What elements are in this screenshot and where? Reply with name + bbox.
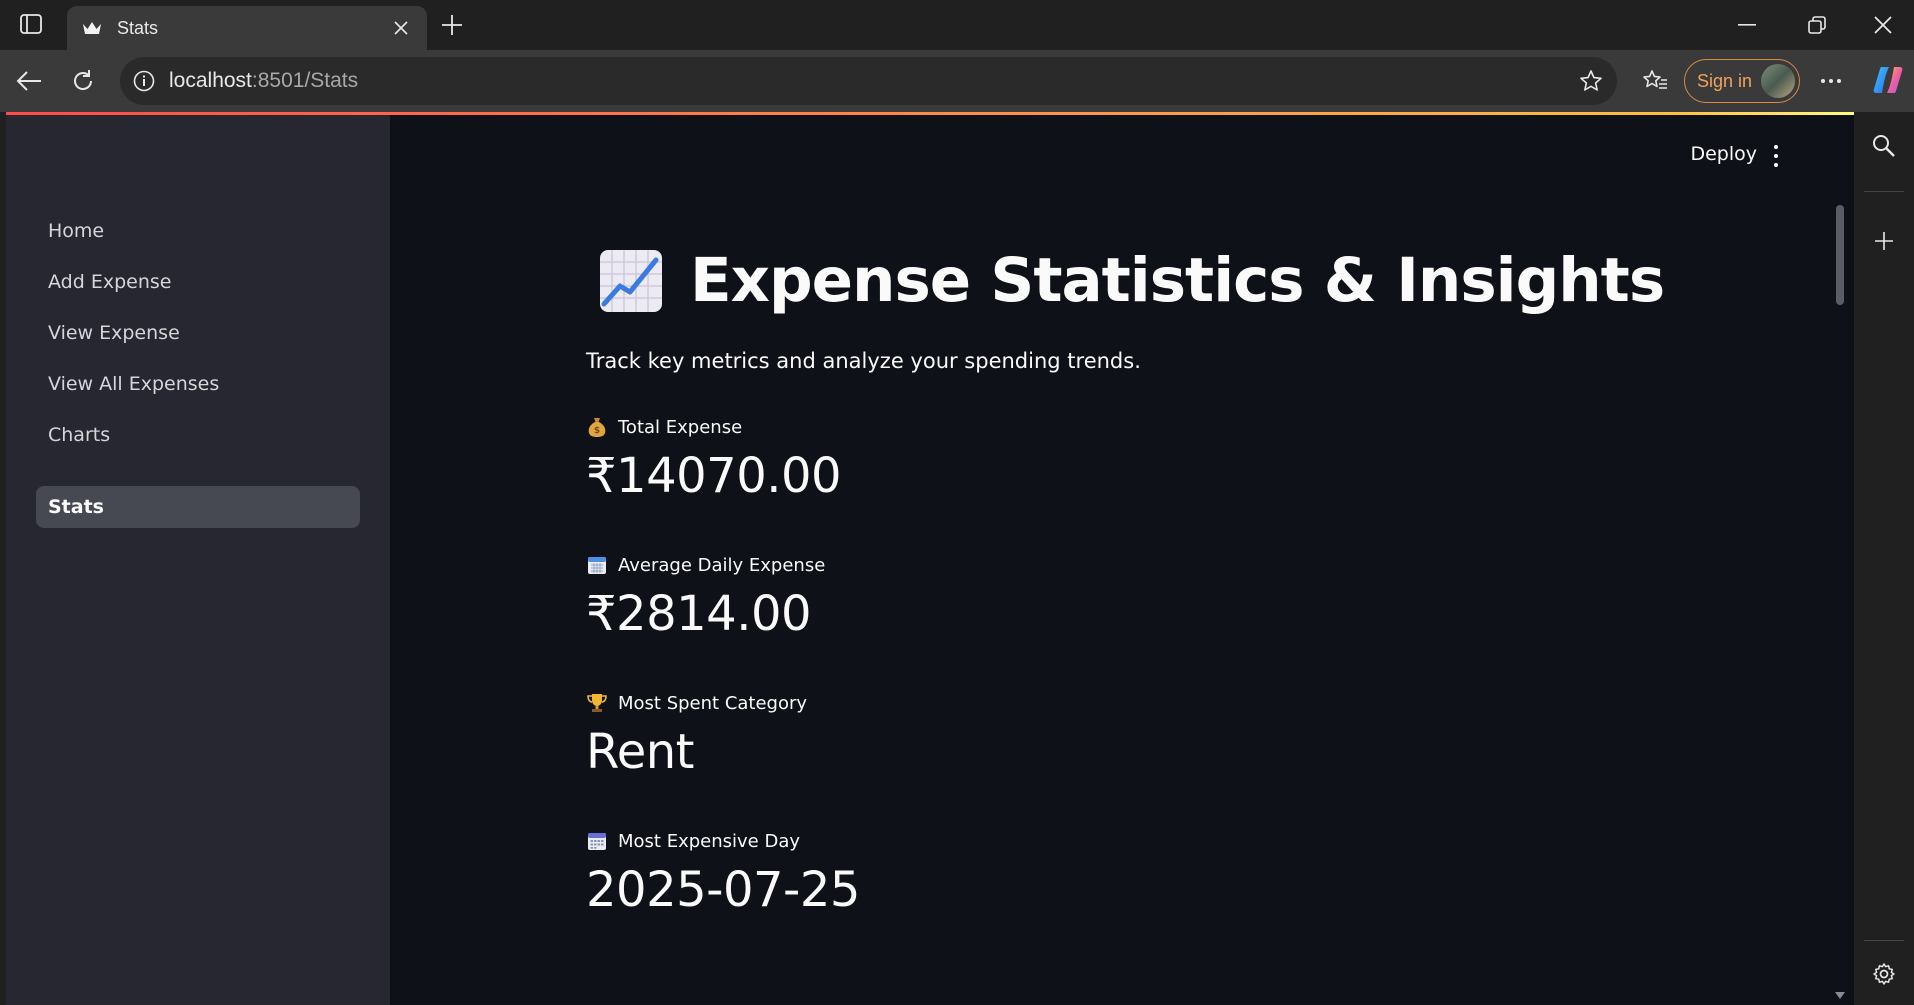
sidebar-item-charts[interactable]: Charts [36, 414, 360, 456]
site-info-icon[interactable] [131, 68, 157, 94]
rail-divider [1864, 191, 1904, 192]
url-path: :8501/Stats [251, 69, 359, 92]
sidebar-item-label: Home [48, 220, 105, 242]
restore-icon[interactable] [1782, 0, 1852, 50]
browser-window: Stats localhost:8501/Stats Sign in Home … [0, 0, 1914, 1005]
new-tab-icon[interactable] [437, 10, 467, 40]
scroll-down-arrow-icon[interactable] [1835, 992, 1845, 999]
tab-title: Stats [117, 17, 159, 38]
web-page: Home Add Expense View Expense View All E… [6, 112, 1854, 1005]
more-options-icon[interactable] [1812, 62, 1850, 100]
sign-in-button[interactable]: Sign in [1684, 59, 1800, 103]
metric-average-daily-expense: Average Daily Expense ₹2814.00 [586, 554, 825, 643]
browser-toolbar: localhost:8501/Stats Sign in [0, 50, 1914, 112]
profile-avatar [1761, 64, 1795, 98]
url-text: localhost:8501/Stats [169, 69, 358, 93]
chart-increasing-icon [600, 249, 662, 312]
reload-icon[interactable] [64, 62, 102, 100]
close-window-icon[interactable] [1852, 0, 1914, 50]
sidebar-item-label: View All Expenses [48, 373, 220, 395]
calendar-icon [586, 554, 608, 576]
page-subtitle: Track key metrics and analyze your spend… [586, 349, 1141, 373]
tab-actions-icon[interactable] [12, 11, 50, 37]
favorites-icon[interactable] [1636, 62, 1674, 100]
rail-divider [1864, 940, 1904, 941]
metric-total-expense: $ Total Expense ₹14070.00 [586, 416, 842, 505]
tab-strip: Stats [0, 0, 1914, 50]
calendar-grid-icon [586, 830, 608, 852]
money-bag-icon: $ [586, 416, 608, 438]
sidebar-item-view-all-expenses[interactable]: View All Expenses [36, 363, 360, 405]
sidebar-item-label: Charts [48, 424, 111, 446]
metric-label-text: Total Expense [618, 416, 743, 438]
page-title: Expense Statistics & Insights [598, 245, 1665, 316]
metric-label: Most Expensive Day [586, 830, 860, 852]
address-bar[interactable]: localhost:8501/Stats [120, 57, 1617, 105]
copilot-icon[interactable] [1870, 62, 1906, 98]
metric-label-text: Most Expensive Day [618, 830, 801, 852]
app-sidebar: Home Add Expense View Expense View All E… [6, 115, 390, 1005]
sidebar-item-label: Add Expense [48, 271, 172, 293]
sidebar-item-home[interactable]: Home [36, 210, 360, 252]
sidebar-item-label: View Expense [48, 322, 180, 344]
back-arrow-icon[interactable] [10, 62, 48, 100]
metric-label: $ Total Expense [586, 416, 841, 438]
close-tab-icon[interactable] [389, 16, 413, 40]
main-menu-icon[interactable] [1770, 143, 1782, 169]
trophy-icon [586, 692, 608, 714]
minimize-icon[interactable] [1712, 0, 1782, 50]
metric-label: Average Daily Expense [586, 554, 825, 576]
metric-value: Rent [586, 724, 694, 780]
svg-text:$: $ [594, 426, 600, 436]
main-content: Deploy Expense Statistics & Insights Tra… [390, 115, 1854, 1005]
sidebar-item-label: Stats [48, 496, 104, 518]
streamlit-crown-icon [81, 17, 103, 39]
page-scrollbar[interactable] [1836, 205, 1844, 305]
metric-value: ₹14070.00 [586, 448, 842, 504]
add-icon[interactable] [1868, 225, 1900, 257]
browser-tab[interactable]: Stats [67, 6, 427, 50]
metric-label-text: Most Spent Category [618, 692, 808, 714]
page-title-text: Expense Statistics & Insights [690, 245, 1665, 316]
metric-value: 2025-07-25 [586, 862, 860, 918]
search-icon[interactable] [1868, 130, 1900, 162]
sidebar-item-view-expense[interactable]: View Expense [36, 312, 360, 354]
deploy-button[interactable]: Deploy [1690, 143, 1757, 165]
settings-gear-icon[interactable] [1868, 958, 1900, 990]
metric-most-expensive-day: Most Expensive Day 2025-07-25 [586, 830, 860, 919]
sidebar-item-stats[interactable]: Stats [36, 486, 360, 528]
favorite-star-icon[interactable] [1577, 67, 1605, 95]
metric-label-text: Average Daily Expense [618, 554, 826, 576]
sidebar-item-add-expense[interactable]: Add Expense [36, 261, 360, 303]
url-host: localhost [169, 69, 252, 92]
metric-most-spent-category: Most Spent Category Rent [586, 692, 807, 781]
sign-in-label: Sign in [1697, 70, 1753, 91]
browser-side-rail [1854, 112, 1914, 1005]
metric-value: ₹2814.00 [586, 586, 812, 642]
metric-label: Most Spent Category [586, 692, 807, 714]
